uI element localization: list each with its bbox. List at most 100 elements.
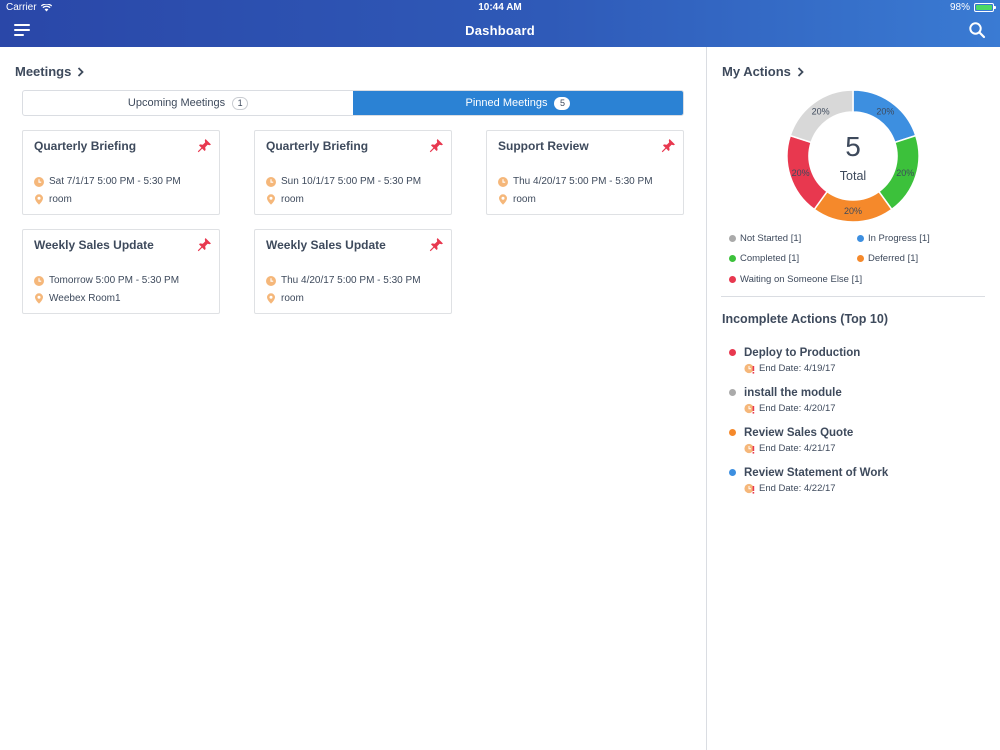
action-title: install the module [744, 387, 842, 399]
pin-icon[interactable] [197, 237, 212, 252]
battery-icon [974, 3, 996, 12]
legend-label: Waiting on Someone Else [1] [740, 274, 863, 285]
action-item[interactable]: install the module End Date: 4/20/17 [727, 386, 987, 420]
pin-icon[interactable] [429, 138, 444, 153]
meeting-time-text: Thu 4/20/17 5:00 PM - 5:30 PM [513, 176, 653, 187]
tab-pinned-meetings[interactable]: Pinned Meetings 5 [353, 91, 683, 115]
meeting-location: Weebex Room1 [34, 293, 121, 304]
meetings-segmented-control: Upcoming Meetings 1 Pinned Meetings 5 [22, 90, 684, 116]
meeting-time: Sun 10/1/17 5:00 PM - 5:30 PM [266, 176, 421, 187]
action-date-text: End Date: 4/22/17 [759, 483, 836, 494]
action-item[interactable]: Deploy to Production End Date: 4/19/17 [727, 346, 987, 380]
meeting-time: Tomorrow 5:00 PM - 5:30 PM [34, 275, 179, 286]
action-date-text: End Date: 4/21/17 [759, 443, 836, 454]
clock-icon [498, 176, 508, 187]
donut-total-label: Total [840, 169, 866, 183]
chevron-right-icon [797, 66, 804, 77]
meeting-location: room [34, 194, 72, 205]
meeting-time: Thu 4/20/17 5:00 PM - 5:30 PM [498, 176, 653, 187]
meeting-card[interactable]: Quarterly Briefing Sun 10/1/17 5:00 PM -… [254, 130, 452, 215]
meeting-time-text: Tomorrow 5:00 PM - 5:30 PM [49, 275, 180, 286]
search-icon[interactable] [968, 21, 986, 39]
incomplete-actions-title: Incomplete Actions (Top 10) [722, 312, 888, 326]
header: Carrier 10:44 AM 98% Dashboard [0, 0, 1000, 47]
legend-label: Not Started [1] [740, 233, 802, 244]
tab-label: Pinned Meetings [465, 97, 548, 109]
action-end-date: End Date: 4/19/17 [744, 363, 836, 374]
legend-dot [857, 255, 864, 262]
action-date-text: End Date: 4/20/17 [759, 403, 836, 414]
legend-dot [729, 235, 736, 242]
meeting-location: room [266, 194, 304, 205]
meeting-card[interactable]: Weekly Sales Update Thu 4/20/17 5:00 PM … [254, 229, 452, 314]
action-end-date: End Date: 4/22/17 [744, 483, 836, 494]
meeting-card[interactable]: Quarterly Briefing Sat 7/1/17 5:00 PM - … [22, 130, 220, 215]
donut-segment-label: 20% [896, 168, 914, 178]
app: Carrier 10:44 AM 98% Dashboard Meetings … [0, 0, 1000, 750]
clock-icon [34, 176, 44, 187]
meeting-location-text: room [281, 194, 304, 205]
meeting-time: Thu 4/20/17 5:00 PM - 5:30 PM [266, 275, 421, 286]
action-title: Review Sales Quote [744, 427, 854, 439]
meetings-header-link[interactable]: Meetings [15, 64, 85, 79]
meeting-card[interactable]: Support Review Thu 4/20/17 5:00 PM - 5:3… [486, 130, 684, 215]
meeting-location-text: room [281, 293, 304, 304]
overdue-calendar-icon [744, 403, 755, 414]
battery-level [976, 5, 992, 10]
meeting-time-text: Sun 10/1/17 5:00 PM - 5:30 PM [281, 176, 422, 187]
donut-segment-label: 20% [844, 206, 862, 216]
meeting-location-text: Weebex Room1 [49, 293, 121, 304]
meeting-location: room [266, 293, 304, 304]
donut-segment-label: 20% [876, 107, 894, 117]
action-end-date: End Date: 4/20/17 [744, 403, 836, 414]
legend-dot [857, 235, 864, 242]
legend-completed: Completed [1] [729, 253, 799, 264]
my-actions-title: My Actions [722, 64, 791, 79]
overdue-calendar-icon [744, 443, 755, 454]
donut-segment-label: 20% [792, 168, 810, 178]
my-actions-header-link[interactable]: My Actions [722, 64, 804, 79]
meeting-title: Support Review [498, 139, 589, 153]
status-dot [729, 389, 736, 396]
section-divider [721, 296, 985, 297]
count-badge: 5 [554, 96, 571, 110]
tab-upcoming-meetings[interactable]: Upcoming Meetings 1 [23, 91, 353, 115]
donut-total-value: 5 [845, 131, 861, 162]
action-title: Review Statement of Work [744, 467, 889, 479]
meetings-panel: Meetings Upcoming Meetings 1 Pinned Meet… [0, 47, 706, 750]
pin-icon[interactable] [197, 138, 212, 153]
meeting-time-text: Sat 7/1/17 5:00 PM - 5:30 PM [49, 176, 181, 187]
overdue-calendar-icon [744, 363, 755, 374]
overdue-calendar-icon [744, 483, 755, 494]
page-title: Dashboard [465, 23, 535, 38]
location-pin-icon [35, 293, 43, 304]
legend-deferred: Deferred [1] [857, 253, 918, 264]
actions-donut-chart: 20% 20% 20% 20% 20% 5 Total [786, 89, 920, 223]
action-title: Deploy to Production [744, 347, 861, 359]
battery-percent: 98% [949, 2, 970, 13]
location-pin-icon [35, 194, 43, 205]
action-end-date: End Date: 4/21/17 [744, 443, 836, 454]
legend-label: Deferred [1] [868, 253, 919, 264]
legend-waiting: Waiting on Someone Else [1] [729, 274, 862, 285]
legend-dot [729, 276, 736, 283]
count-badge: 1 [232, 96, 249, 110]
pin-icon[interactable] [429, 237, 444, 252]
clock-icon [34, 275, 44, 286]
meeting-time-text: Thu 4/20/17 5:00 PM - 5:30 PM [281, 275, 421, 286]
legend-in-progress: In Progress [1] [857, 233, 930, 244]
clock: 10:44 AM [478, 2, 522, 13]
clock-icon [266, 176, 276, 187]
status-bar: Carrier 10:44 AM 98% [0, 0, 1000, 16]
action-item[interactable]: Review Statement of Work End Date: 4/22/… [727, 466, 987, 500]
meeting-card[interactable]: Weekly Sales Update Tomorrow 5:00 PM - 5… [22, 229, 220, 314]
location-pin-icon [499, 194, 507, 205]
pin-icon[interactable] [661, 138, 676, 153]
meeting-title: Quarterly Briefing [34, 139, 137, 153]
status-dot [729, 429, 736, 436]
action-item[interactable]: Review Sales Quote End Date: 4/21/17 [727, 426, 987, 460]
legend-label: In Progress [1] [868, 233, 930, 244]
action-date-text: End Date: 4/19/17 [759, 363, 836, 374]
battery-status: 98% [949, 2, 996, 13]
actions-panel: My Actions 20% 20% 20% 20% 20% 5 Total Not S… [707, 47, 1000, 750]
